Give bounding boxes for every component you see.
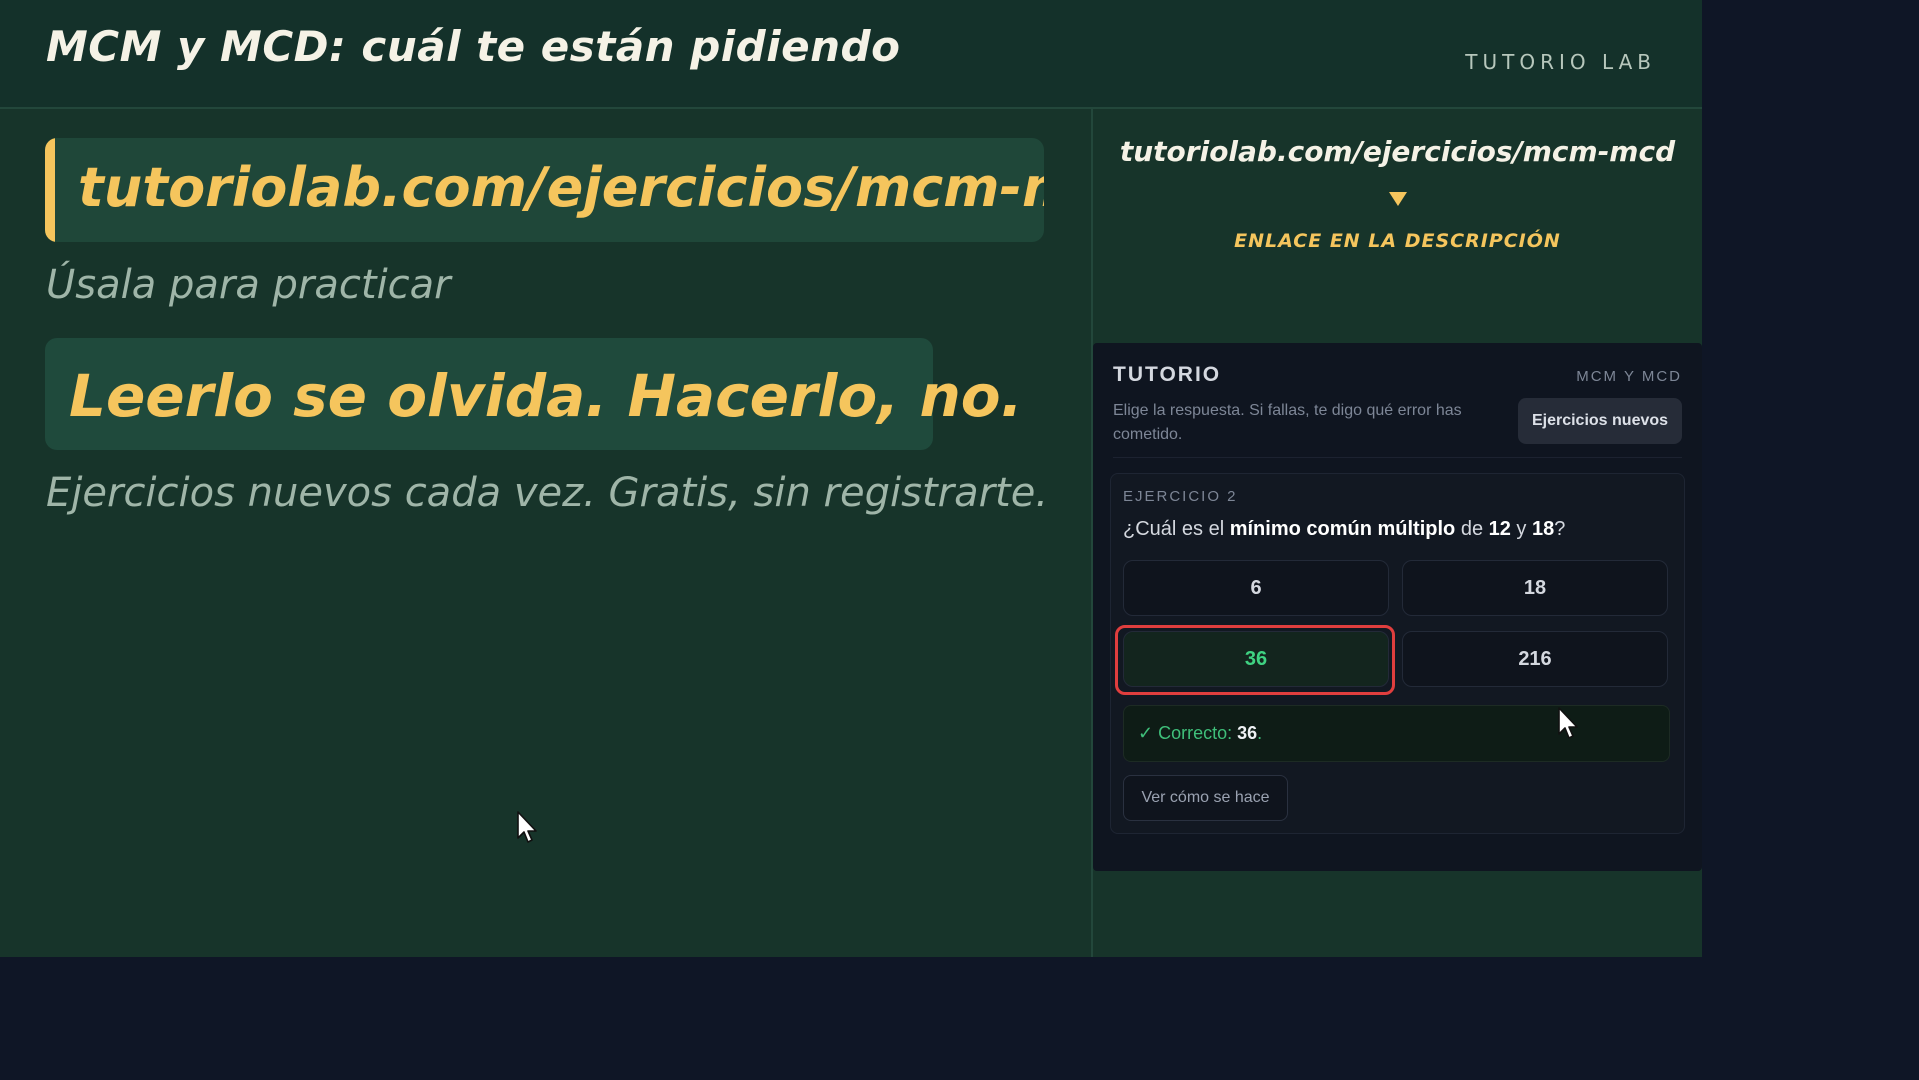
feedback-text: ✓ Correcto: 36. xyxy=(1138,723,1262,744)
feedback-box: ✓ Correcto: 36. xyxy=(1123,705,1670,762)
question-end: ? xyxy=(1554,518,1566,540)
answer-option-6[interactable]: 6 xyxy=(1123,560,1389,616)
page-title: MCM y MCD: cuál te están pidiendo xyxy=(46,22,901,71)
selection-highlight xyxy=(1115,625,1395,695)
mouse-cursor-icon xyxy=(517,811,537,843)
exercise-card: EJERCICIO 2 ¿Cuál es el mínimo común múl… xyxy=(1110,473,1685,834)
lesson-board: MCM y MCD: cuál te están pidiendo TUTORI… xyxy=(0,0,1702,957)
motto-text: Leerlo se olvida. Hacerlo, no. xyxy=(69,362,1023,430)
widget-tag: MCM Y MCD xyxy=(1576,368,1682,385)
question-mid: de xyxy=(1455,518,1489,540)
new-exercises-button[interactable]: Ejercicios nuevos xyxy=(1518,398,1682,444)
exercise-label: EJERCICIO 2 xyxy=(1123,488,1238,505)
widget-description: Elige la respuesta. Si fallas, te digo q… xyxy=(1113,402,1462,443)
widget-separator xyxy=(1113,457,1682,458)
mouse-cursor-icon xyxy=(1558,707,1578,739)
question-number-a: 12 xyxy=(1488,518,1511,540)
tutorio-widget: TUTORIO MCM Y MCD Elige la respuesta. Si… xyxy=(1093,343,1702,871)
url-text: tutoriolab.com/ejercicios/mcm-mcd xyxy=(78,156,1044,219)
feedback-value: 36 xyxy=(1237,723,1258,743)
question-conjunction: y xyxy=(1510,518,1532,540)
show-steps-button[interactable]: Ver cómo se hace xyxy=(1123,775,1288,821)
header-bar: MCM y MCD: cuál te están pidiendo TUTORI… xyxy=(0,0,1702,109)
brand-label: TUTORIO LAB xyxy=(1465,50,1656,74)
link-note: ENLACE EN LA DESCRIPCIÓN xyxy=(1234,230,1561,252)
url-callout: tutoriolab.com/ejercicios/mcm-mcd xyxy=(45,138,1044,242)
arrow-down-icon xyxy=(1389,192,1407,206)
exercise-question: ¿Cuál es el mínimo común múltiplo de 12 … xyxy=(1123,518,1565,541)
widget-title: TUTORIO xyxy=(1113,363,1222,386)
motto-callout: Leerlo se olvida. Hacerlo, no. xyxy=(45,338,1023,450)
answer-option-18[interactable]: 18 xyxy=(1402,560,1668,616)
answer-option-216[interactable]: 216 xyxy=(1402,631,1668,687)
feedback-end: . xyxy=(1257,723,1263,743)
question-term: mínimo común múltiplo xyxy=(1229,518,1456,540)
accent-bar xyxy=(45,138,55,242)
subtitle-note: Ejercicios nuevos cada vez. Gratis, sin … xyxy=(46,470,1049,516)
feedback-prefix: ✓ Correcto: xyxy=(1138,723,1238,743)
question-number-b: 18 xyxy=(1532,518,1555,540)
question-prefix: ¿Cuál es el xyxy=(1123,518,1230,540)
right-url-text: tutoriolab.com/ejercicios/mcm-mcd xyxy=(1119,135,1676,168)
practice-note: Úsala para practicar xyxy=(46,262,451,308)
